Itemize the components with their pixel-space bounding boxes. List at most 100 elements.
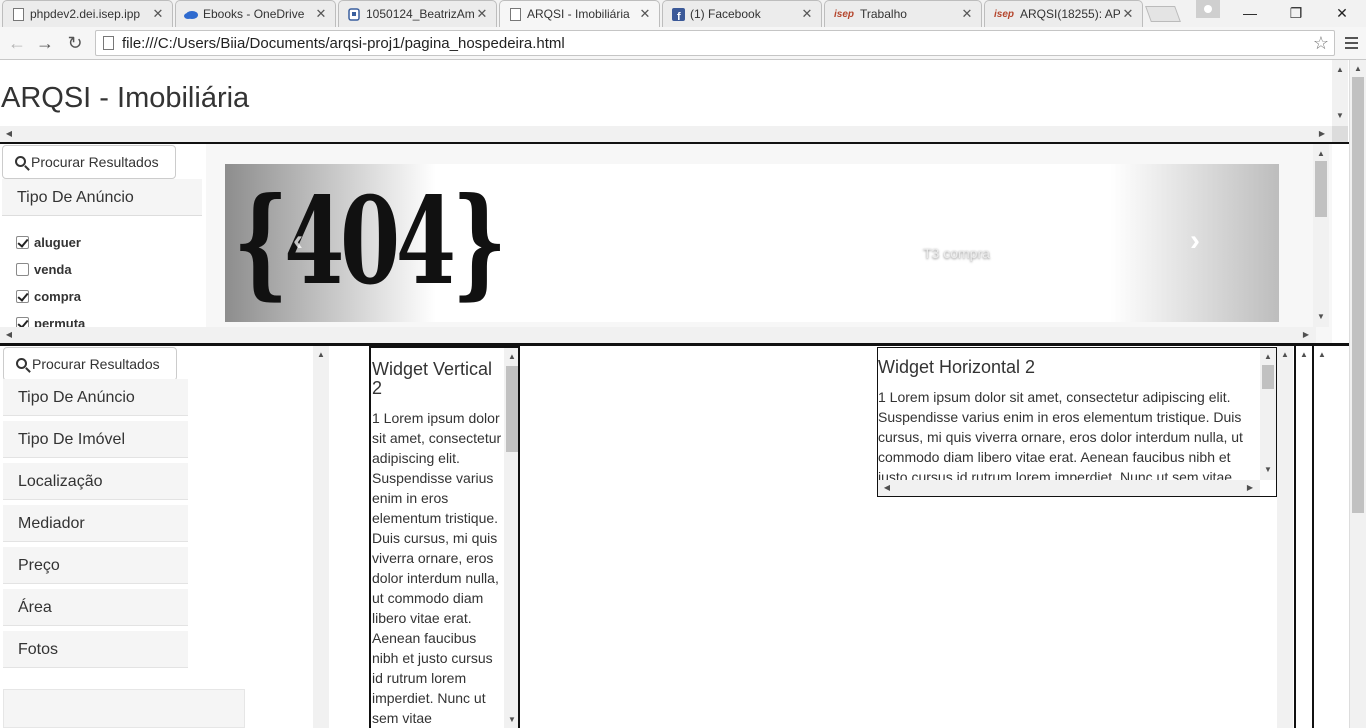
widget-horizontal-vertical-scrollbar[interactable]: ▲ ▼ [1260, 348, 1276, 480]
tab-strip: phpdev2.dei.isep.ipp ✕ Ebooks - OneDrive… [0, 0, 1366, 27]
close-tab-icon[interactable]: ✕ [150, 6, 166, 22]
panel-tipo-de-anuncio[interactable]: Tipo De Anúncio [3, 379, 188, 416]
minimize-icon[interactable]: — [1227, 0, 1273, 26]
panel-fotos[interactable]: Fotos [3, 631, 188, 668]
tab-trabalho[interactable]: isep Trabalho ✕ [824, 0, 982, 27]
panel-tipo-de-imovel[interactable]: Tipo De Imóvel [3, 421, 188, 458]
close-tab-icon[interactable]: ✕ [637, 6, 653, 22]
close-tab-icon[interactable]: ✕ [474, 6, 490, 22]
carousel-prev-icon[interactable]: ‹ [293, 224, 303, 258]
panel-tipo-de-anuncio[interactable]: Tipo De Anúncio [2, 179, 202, 216]
carousel-dot[interactable] [764, 281, 774, 291]
top-frame-vertical-scrollbar[interactable]: ▲ ▼ [1313, 144, 1329, 327]
panel-mediador[interactable]: Mediador [3, 505, 188, 542]
carousel-dot[interactable] [716, 281, 726, 291]
tab-title: phpdev2.dei.isep.ipp [30, 7, 141, 21]
restore-icon[interactable]: ❐ [1273, 0, 1319, 26]
svg-text:f: f [677, 11, 681, 21]
checkbox-box[interactable] [16, 236, 29, 249]
widgets-outer-vertical-scrollbar[interactable]: ▲ [1296, 346, 1312, 728]
scroll-down-icon[interactable]: ▼ [1313, 313, 1329, 321]
page-content: ARQSI - Imobiliária ▲ ▼ ◀ ▶ Procurar Res… [0, 60, 1366, 728]
scroll-up-icon[interactable]: ▲ [1260, 353, 1276, 361]
panel-title: Localização [18, 473, 103, 490]
search-results-button[interactable]: Procurar Resultados [3, 347, 177, 381]
scroll-right-icon[interactable]: ▶ [1316, 130, 1328, 138]
tab-moodle[interactable]: 1050124_BeatrizAma ✕ [338, 0, 497, 27]
carousel-dot[interactable] [740, 281, 750, 291]
side-filter-frame: Procurar Resultados Tipo De Anúncio Tipo… [0, 346, 330, 728]
checkbox-label: compra [34, 289, 81, 304]
scroll-up-icon[interactable]: ▲ [313, 351, 329, 359]
scroll-down-icon[interactable]: ▼ [1260, 466, 1276, 474]
close-window-icon[interactable]: ✕ [1319, 0, 1365, 26]
header-frame-vertical-scrollbar[interactable]: ▲ ▼ [1332, 60, 1348, 126]
scroll-right-icon[interactable]: ▶ [1244, 484, 1256, 492]
carousel-dot-active[interactable] [776, 280, 788, 292]
new-tab-button[interactable] [1145, 6, 1181, 22]
scroll-up-icon[interactable]: ▲ [504, 353, 518, 361]
tab-title: ARQSI - Imobiliária [527, 7, 630, 21]
scroll-thumb[interactable] [1352, 77, 1364, 513]
scroll-right-icon[interactable]: ▶ [1300, 331, 1312, 339]
search-button-label: Procurar Resultados [32, 356, 160, 372]
profile-icon[interactable] [1196, 0, 1220, 18]
checkbox-aluguer[interactable]: aluguer [16, 235, 81, 250]
search-results-button[interactable]: Procurar Resultados [2, 145, 176, 179]
widgets-frame-vertical-scrollbar[interactable]: ▲ [1277, 346, 1293, 728]
scroll-thumb[interactable] [1262, 365, 1274, 389]
bookmark-star-icon[interactable]: ☆ [1313, 33, 1329, 54]
panel-title: Tipo De Anúncio [18, 389, 135, 406]
isep-icon: isep [993, 8, 1014, 20]
scroll-up-icon[interactable]: ▲ [1296, 351, 1312, 359]
panel-title: Tipo De Imóvel [18, 431, 125, 448]
reload-icon[interactable]: ↻ [63, 31, 87, 55]
scroll-left-icon[interactable]: ◀ [881, 484, 893, 492]
tab-arqsi-imobiliaria[interactable]: ARQSI - Imobiliária ✕ [499, 0, 660, 27]
scroll-left-icon[interactable]: ◀ [3, 331, 15, 339]
close-tab-icon[interactable]: ✕ [313, 6, 329, 22]
scroll-up-icon[interactable]: ▲ [1332, 66, 1348, 74]
scroll-up-icon[interactable]: ▲ [1314, 351, 1330, 359]
widget-vertical-scrollbar[interactable]: ▲ ▼ [504, 348, 518, 728]
carousel-dot[interactable] [752, 281, 762, 291]
panel-localizacao[interactable]: Localização [3, 463, 188, 500]
tab-phpdev2[interactable]: phpdev2.dei.isep.ipp ✕ [2, 0, 173, 27]
close-tab-icon[interactable]: ✕ [959, 6, 975, 22]
tab-arqsi-api[interactable]: isep ARQSI(18255): API In ✕ [984, 0, 1143, 27]
tab-onedrive[interactable]: Ebooks - OneDrive ✕ [175, 0, 336, 27]
bottom-frame-vertical-scrollbar[interactable]: ▲ [1314, 346, 1330, 728]
scroll-left-icon[interactable]: ◀ [3, 130, 15, 138]
carousel-dot[interactable] [728, 281, 738, 291]
top-frame-horizontal-scrollbar[interactable]: ◀ ▶ [0, 327, 1316, 343]
scroll-up-icon[interactable]: ▲ [1350, 65, 1366, 73]
scroll-thumb[interactable] [506, 366, 518, 452]
back-arrow-icon[interactable]: ← [5, 31, 29, 55]
widget-horizontal-horizontal-scrollbar[interactable]: ◀ ▶ [878, 480, 1260, 496]
address-bar[interactable]: file:///C:/Users/Biia/Documents/arqsi-pr… [95, 30, 1335, 56]
scroll-down-icon[interactable]: ▼ [504, 716, 518, 724]
checkbox-box[interactable] [16, 290, 29, 303]
panel-area[interactable]: Área [3, 589, 188, 626]
close-tab-icon[interactable]: ✕ [799, 6, 815, 22]
scroll-down-icon[interactable]: ▼ [1332, 112, 1348, 120]
panel-preco[interactable]: Preço [3, 547, 188, 584]
carousel-next-icon[interactable]: › [1190, 224, 1200, 258]
tab-facebook[interactable]: f (1) Facebook ✕ [662, 0, 822, 27]
checkbox-venda[interactable]: venda [16, 262, 72, 277]
property-carousel: {404} ‹ › T3 compra [225, 164, 1279, 322]
checkbox-box[interactable] [16, 263, 29, 276]
browser-window: phpdev2.dei.isep.ipp ✕ Ebooks - OneDrive… [0, 0, 1366, 728]
scroll-thumb[interactable] [1315, 161, 1327, 217]
scroll-up-icon[interactable]: ▲ [1277, 351, 1293, 359]
facebook-icon: f [671, 7, 685, 21]
isep-icon: isep [833, 8, 854, 20]
page-vertical-scrollbar[interactable]: ▲ [1349, 60, 1366, 728]
scroll-up-icon[interactable]: ▲ [1313, 150, 1329, 158]
close-tab-icon[interactable]: ✕ [1120, 6, 1136, 22]
menu-icon[interactable] [1340, 31, 1362, 55]
side-frame-vertical-scrollbar[interactable]: ▲ [313, 346, 329, 728]
forward-arrow-icon[interactable]: → [33, 31, 57, 55]
checkbox-compra[interactable]: compra [16, 289, 81, 304]
header-frame-horizontal-scrollbar[interactable]: ◀ ▶ [0, 126, 1332, 142]
